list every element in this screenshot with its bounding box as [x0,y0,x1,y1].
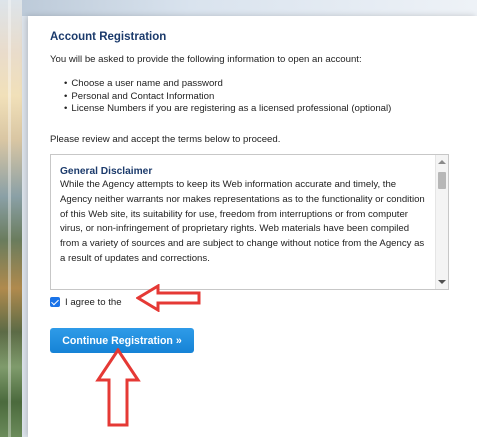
agree-row: I agree to the [50,295,122,309]
terms-content: General Disclaimer While the Agency atte… [60,165,430,267]
up-arrow-annotation [95,348,141,427]
agree-checkbox[interactable] [50,297,60,307]
left-arrow-annotation [136,284,201,312]
agree-label[interactable]: I agree to the [65,297,122,308]
page-title: Account Registration [50,31,167,43]
background-top [0,0,477,16]
list-item: Choose a user name and password [64,78,391,91]
review-instruction: Please review and accept the terms below… [50,134,281,145]
terms-scroll-box[interactable]: General Disclaimer While the Agency atte… [50,154,449,290]
background-scenery [0,0,22,437]
scroll-down-arrow-icon[interactable] [438,280,446,284]
terms-scrollbar[interactable] [435,155,448,289]
terms-title: General Disclaimer [60,166,153,177]
list-item: Personal and Contact Information [64,91,391,104]
list-item: License Numbers if you are registering a… [64,103,391,116]
up-arrow-icon [95,348,141,427]
requirements-list: Choose a user name and password Personal… [64,78,391,116]
left-arrow-icon [136,284,201,312]
scroll-up-arrow-icon[interactable] [438,160,446,164]
terms-body: While the Agency attempts to keep its We… [60,179,425,264]
scroll-thumb[interactable] [438,172,446,189]
intro-text: You will be asked to provide the followi… [50,54,362,65]
